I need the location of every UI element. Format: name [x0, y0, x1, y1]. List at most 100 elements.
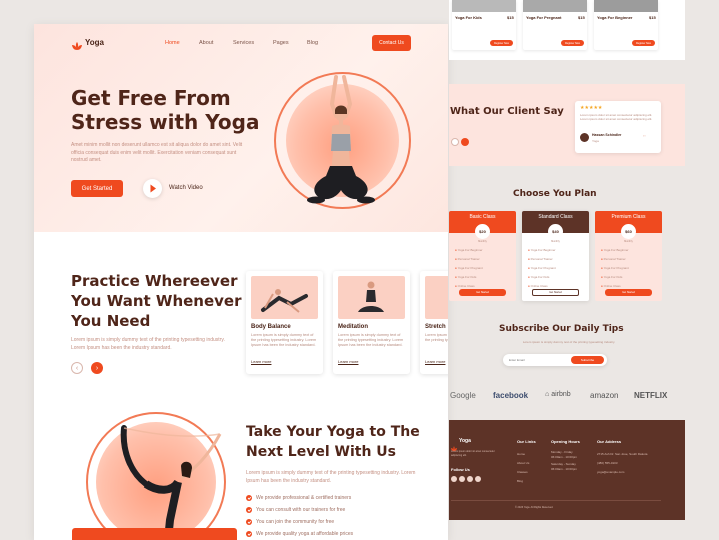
nav-about[interactable]: About — [199, 40, 213, 46]
footer-link[interactable]: About Us — [517, 459, 529, 468]
quote-icon: ” — [643, 134, 646, 143]
testimonial-prev-button[interactable] — [451, 138, 459, 146]
program-image — [452, 0, 516, 12]
airbnb-logo: ⌂ airbnb — [545, 391, 571, 398]
prev-arrow-button[interactable]: ‹ — [71, 362, 83, 374]
testimonial-quote: Lorem ipsum dolor sit amet consectetur a… — [580, 113, 653, 121]
footer-link[interactable]: Classes — [517, 468, 529, 477]
testimonial-card: ★★★★★ Lorem ipsum dolor sit amet consect… — [575, 101, 661, 153]
twitter-icon[interactable] — [459, 476, 465, 482]
get-started-button[interactable]: Get Started — [71, 180, 123, 197]
watch-video-label[interactable]: Watch Video — [169, 185, 203, 191]
body-balance-image — [251, 276, 318, 319]
next-arrow-button[interactable]: › — [91, 362, 103, 374]
get-started-plan-button[interactable]: Get Started — [459, 289, 506, 296]
program-image — [594, 0, 658, 12]
subscribe-button[interactable]: Subscribe — [571, 356, 604, 364]
facebook-icon[interactable] — [451, 476, 457, 482]
nav-home[interactable]: Home — [165, 40, 180, 46]
plan-features: ● Yoga For Beginner ● Personal Trainer ●… — [455, 248, 483, 288]
card-description: Lorem ipsum is simply dummy text of the … — [251, 333, 317, 347]
lotus-logo-icon — [72, 38, 82, 50]
copyright: © 2023 Yoga. All Rights Reserved. — [515, 506, 554, 509]
footer-link[interactable]: Home — [517, 450, 529, 459]
card-description: Lorem ipsum is simply dummy text of the … — [425, 333, 448, 342]
play-video-button[interactable] — [143, 179, 162, 198]
plan-features: ● Yoga For Beginner ● Personal Trainer ●… — [601, 248, 629, 288]
footer-lotus-icon — [451, 439, 457, 452]
check-icon — [246, 507, 252, 513]
learn-more-link[interactable]: Learn more — [251, 359, 271, 364]
facebook-logo: facebook — [493, 391, 529, 400]
chevron-left-icon: ‹ — [75, 364, 79, 372]
footer-link[interactable]: Blog — [517, 477, 529, 486]
plan-price: $20 — [475, 224, 490, 239]
register-button[interactable]: Register Now — [490, 40, 513, 46]
contact-us-button[interactable]: Contact Us — [372, 35, 411, 51]
address-title: Our Address — [597, 439, 622, 444]
testimonial-next-button[interactable] — [461, 138, 469, 146]
card-title: Body Balance — [251, 324, 291, 330]
practice-paragraph: Lorem ipsum is simply dummy text of the … — [71, 337, 225, 351]
footer-divider — [451, 500, 661, 501]
plan-features: ● Yoga For Beginner ● Personal Trainer ●… — [528, 248, 556, 288]
learn-more-link[interactable]: Learn more — [338, 359, 358, 364]
footer: Yoga Lorem ipsum dolor sit amet consecte… — [449, 420, 685, 520]
rating-stars: ★★★★★ — [580, 105, 603, 111]
card-title: Stretch — [425, 324, 446, 330]
footer-about: Lorem ipsum dolor sit amet consectetur a… — [451, 450, 495, 457]
footer-address: 2715 Ash Dr. San Jose, South Dakota (480… — [597, 452, 648, 474]
plan-card-standard: Standard Class $40 Monthly ● Yoga For Be… — [522, 211, 589, 301]
netflix-logo: NETFLIX — [634, 391, 668, 400]
practice-title-line1: Practice Whereever — [71, 272, 238, 290]
program-card[interactable]: Yoga For Kids $15 Register Now — [452, 0, 516, 50]
landing-page-continued: Yoga For Kids $15 Register Now Yoga For … — [449, 0, 685, 540]
hero-section: Yoga Home About Services Pages Blog Cont… — [34, 24, 448, 232]
youtube-icon[interactable] — [475, 476, 481, 482]
opening-hours: Monday - Friday 06:00am - 10:00pm Saturd… — [551, 450, 578, 471]
stretch-image — [425, 276, 448, 319]
nav-blog[interactable]: Blog — [307, 40, 318, 46]
client-role: Yoga — [592, 139, 599, 143]
email-input[interactable] — [507, 356, 567, 364]
practice-title-line2: You Want Whenever — [71, 292, 242, 310]
program-image — [523, 0, 587, 12]
hero-paragraph: Amet minim mollit non deserunt ullamco e… — [71, 142, 243, 163]
check-icon — [246, 495, 252, 501]
hours-title: Opening Hours — [551, 439, 580, 444]
class-card-meditation[interactable]: Meditation Lorem ipsum is simply dummy t… — [333, 271, 410, 374]
class-card-stretch[interactable]: Stretch Lorem ipsum is simply dummy text… — [420, 271, 448, 374]
class-card-body-balance[interactable]: Body Balance Lorem ipsum is simply dummy… — [246, 271, 323, 374]
next-level-title-line1: Take Your Yoga to The — [246, 424, 420, 440]
follow-us-label: Follow Us — [451, 467, 470, 472]
client-name: Hassan Schindler — [592, 133, 622, 137]
register-button[interactable]: Register Now — [561, 40, 584, 46]
meditation-image — [338, 276, 405, 319]
feature-item: You can consult with our trainers for fr… — [246, 507, 345, 513]
footer-links: Home About Us Classes Blog — [517, 450, 529, 486]
footer-logo[interactable]: Yoga — [459, 438, 471, 444]
program-card[interactable]: Yoga For Pregnant $15 Register Now — [523, 0, 587, 50]
dancer-pose-image — [120, 425, 222, 540]
learn-more-link[interactable]: Learn more — [425, 359, 445, 364]
social-icons — [451, 476, 481, 482]
plan-price: $60 — [621, 224, 636, 239]
feature-item: We provide quality yoga at affordable pr… — [246, 531, 353, 537]
next-level-title-line2: Next Level With Us — [246, 444, 396, 460]
instagram-icon[interactable] — [467, 476, 473, 482]
nav-services[interactable]: Services — [233, 40, 254, 46]
chevron-right-icon: › — [95, 364, 99, 372]
get-started-plan-button[interactable]: Get Started — [532, 289, 579, 296]
get-started-plan-button[interactable]: Get Started — [605, 289, 652, 296]
hero-title-line1: Get Free From — [71, 86, 231, 110]
program-card[interactable]: Yoga For Beginner $15 Register Now — [594, 0, 658, 50]
amazon-logo: amazon — [590, 391, 619, 400]
testimonial-title: What Our Client Say — [450, 106, 564, 117]
register-button[interactable]: Register Now — [632, 40, 655, 46]
landing-page-main: Yoga Home About Services Pages Blog Cont… — [34, 24, 448, 540]
links-title: Our Links — [517, 439, 536, 444]
nav-pages[interactable]: Pages — [273, 40, 289, 46]
check-icon — [246, 519, 252, 525]
logo-text[interactable]: Yoga — [85, 38, 104, 47]
email-subscribe-field: Subscribe — [503, 354, 607, 366]
